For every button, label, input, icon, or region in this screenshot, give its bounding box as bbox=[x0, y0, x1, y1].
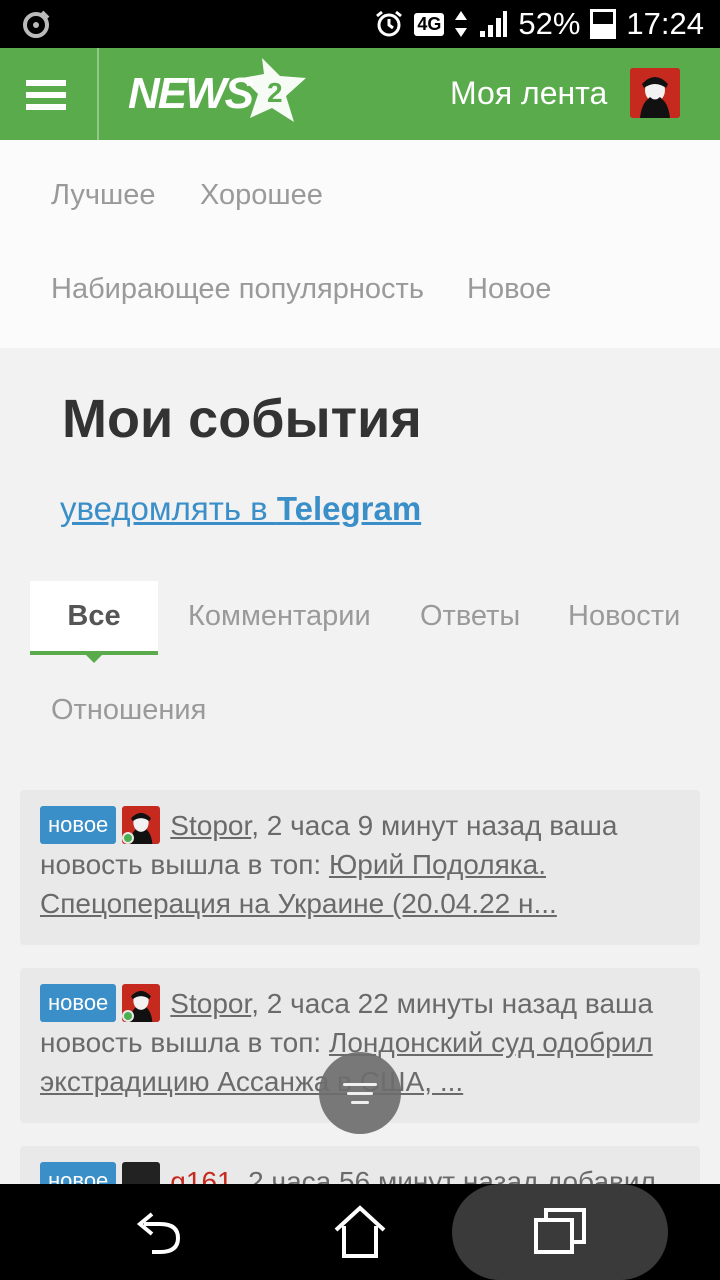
user-avatar[interactable] bbox=[630, 68, 680, 118]
my-feed-link[interactable]: Моя лента bbox=[450, 75, 607, 112]
event-user-avatar[interactable] bbox=[122, 984, 161, 1022]
floating-menu-button[interactable] bbox=[319, 1052, 401, 1134]
news2-logo[interactable]: NEWS 2 bbox=[128, 56, 306, 132]
music-player-icon bbox=[23, 10, 50, 38]
app-bar: NEWS 2 Моя лента bbox=[0, 48, 720, 140]
logo-badge: 2 bbox=[267, 77, 283, 108]
tab-all[interactable]: Все bbox=[30, 581, 158, 655]
home-icon[interactable] bbox=[330, 1202, 390, 1262]
battery-icon bbox=[590, 9, 617, 39]
new-badge: новое bbox=[40, 806, 117, 844]
filter-best[interactable]: Лучшее bbox=[51, 179, 156, 212]
event-card[interactable]: новое Stopor, 2 часа 9 минут назад ваша н… bbox=[20, 790, 700, 945]
filter-new[interactable]: Новое bbox=[467, 273, 551, 306]
back-icon[interactable] bbox=[130, 1202, 190, 1262]
telegram-name: Telegram bbox=[276, 490, 422, 527]
event-user-avatar[interactable] bbox=[122, 806, 161, 844]
tab-comments[interactable]: Комментарии bbox=[188, 600, 371, 633]
status-bar: 4G 52% 17:24 bbox=[0, 0, 720, 48]
tab-replies[interactable]: Ответы bbox=[420, 600, 520, 633]
tab-active-indicator bbox=[86, 655, 102, 663]
avatar-portrait-icon bbox=[630, 68, 680, 118]
filter-good[interactable]: Хорошее bbox=[200, 179, 323, 212]
clock: 17:24 bbox=[626, 6, 704, 41]
signal-icon bbox=[480, 11, 508, 37]
new-badge: новое bbox=[40, 984, 117, 1022]
recent-apps-icon[interactable] bbox=[530, 1202, 590, 1262]
page-title: Мои события bbox=[62, 389, 422, 449]
tab-news[interactable]: Новости bbox=[568, 600, 680, 633]
battery-percent: 52% bbox=[518, 6, 581, 41]
data-transfer-icon bbox=[455, 11, 468, 37]
event-user-link[interactable]: Stopor bbox=[170, 810, 251, 841]
alarm-icon bbox=[376, 10, 403, 37]
menu-icon[interactable] bbox=[26, 80, 66, 110]
telegram-prefix: уведомлять в bbox=[60, 490, 277, 527]
logo-star-icon: 2 bbox=[242, 58, 306, 122]
telegram-notify-link[interactable]: уведомлять в Telegram bbox=[60, 490, 421, 528]
filter-trending[interactable]: Набирающее популярность bbox=[51, 273, 424, 306]
event-user-link[interactable]: Stopor bbox=[170, 988, 251, 1019]
system-nav-bar bbox=[0, 1184, 720, 1280]
filter-panel: Лучшее Хорошее Набирающее популярность Н… bbox=[0, 140, 720, 348]
app-bar-divider bbox=[97, 48, 99, 140]
network-type-badge: 4G bbox=[414, 12, 445, 36]
tab-relations[interactable]: Отношения bbox=[51, 694, 206, 727]
logo-text: NEWS bbox=[128, 69, 254, 118]
